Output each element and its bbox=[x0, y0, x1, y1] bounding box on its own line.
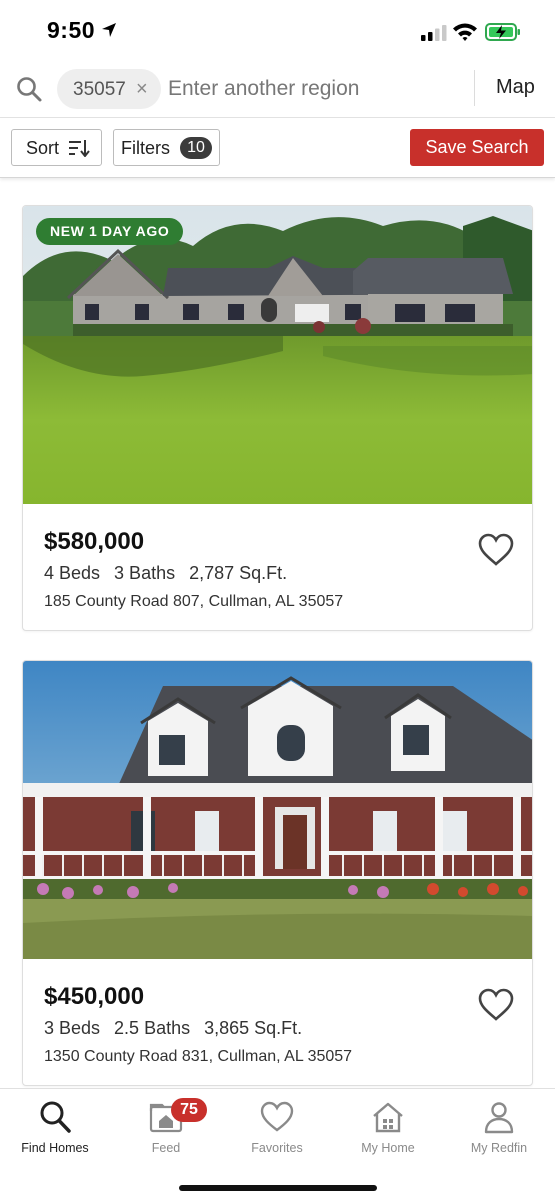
heart-icon[interactable] bbox=[478, 988, 514, 1022]
tab-bar: Find Homes 75 Feed Favorites My Home My … bbox=[0, 1088, 555, 1200]
house-icon bbox=[373, 1102, 403, 1133]
tab-find-homes[interactable]: Find Homes bbox=[5, 1097, 105, 1161]
person-icon bbox=[484, 1102, 514, 1134]
save-search-button[interactable]: Save Search bbox=[410, 129, 544, 166]
region-search-input[interactable] bbox=[168, 70, 458, 108]
battery-charging-icon bbox=[485, 23, 520, 41]
listing-price: $580,000 bbox=[44, 528, 145, 555]
tab-label: Find Homes bbox=[21, 1141, 89, 1155]
tab-label: Favorites bbox=[251, 1141, 303, 1155]
listing-beds: 3 Beds bbox=[44, 1018, 101, 1038]
listing-specs: 4 Beds 3 Baths 2,787 Sq.Ft. bbox=[44, 563, 301, 584]
sort-icon bbox=[69, 140, 90, 157]
location-arrow-icon bbox=[102, 23, 116, 37]
tab-favorites[interactable]: Favorites bbox=[227, 1097, 327, 1161]
filter-bar: Sort Filters 10 Save Search bbox=[0, 118, 555, 178]
listing-sqft: 3,865 Sq.Ft. bbox=[204, 1018, 303, 1038]
close-icon[interactable]: × bbox=[136, 79, 150, 99]
new-listing-badge: NEW 1 DAY AGO bbox=[36, 218, 184, 245]
home-indicator[interactable] bbox=[179, 1185, 377, 1191]
filters-button[interactable]: Filters 10 bbox=[113, 129, 220, 166]
heart-icon[interactable] bbox=[478, 533, 514, 567]
search-row: 35057 × Map bbox=[0, 62, 555, 118]
tab-label: My Home bbox=[361, 1141, 415, 1155]
listing-address: 1350 County Road 831, Cullman, AL 35057 bbox=[44, 1048, 353, 1065]
listing-baths: 2.5 Baths bbox=[114, 1018, 191, 1038]
listing-photo[interactable] bbox=[23, 661, 533, 959]
tab-my-home[interactable]: My Home bbox=[338, 1097, 438, 1161]
tab-feed[interactable]: 75 Feed bbox=[116, 1097, 216, 1161]
listing-sqft: 2,787 Sq.Ft. bbox=[189, 563, 288, 583]
map-button[interactable]: Map bbox=[496, 76, 535, 99]
divider bbox=[474, 70, 475, 106]
filters-count-badge: 10 bbox=[180, 137, 212, 159]
sort-label: Sort bbox=[26, 138, 60, 158]
listing-address: 185 County Road 807, Cullman, AL 35057 bbox=[44, 593, 344, 610]
status-time: 9:50 bbox=[47, 17, 96, 43]
wifi-icon bbox=[453, 23, 477, 41]
heart-icon bbox=[260, 1101, 294, 1132]
listing-card[interactable]: NEW 1 DAY AGO $580,000 4 Beds 3 Baths 2,78… bbox=[22, 205, 533, 631]
tab-label: My Redfin bbox=[470, 1141, 528, 1155]
listing-price: $450,000 bbox=[44, 983, 145, 1010]
region-chip-label: 35057 bbox=[73, 79, 126, 100]
listing-beds: 4 Beds bbox=[44, 563, 101, 583]
cellular-signal-icon bbox=[421, 25, 447, 41]
filters-label: Filters bbox=[121, 138, 170, 158]
listing-photo[interactable] bbox=[23, 206, 533, 504]
tab-label: Feed bbox=[151, 1141, 181, 1155]
search-icon[interactable] bbox=[15, 75, 43, 103]
listing-baths: 3 Baths bbox=[114, 563, 176, 583]
feed-count-badge: 75 bbox=[171, 1098, 207, 1122]
region-chip[interactable]: 35057 × bbox=[57, 69, 161, 109]
status-bar: 9:50 bbox=[0, 0, 555, 60]
search-icon bbox=[40, 1101, 71, 1133]
tab-my-redfin[interactable]: My Redfin bbox=[449, 1097, 549, 1161]
listing-specs: 3 Beds 2.5 Baths 3,865 Sq.Ft. bbox=[44, 1018, 316, 1039]
sort-button[interactable]: Sort bbox=[11, 129, 102, 166]
listing-card[interactable]: $450,000 3 Beds 2.5 Baths 3,865 Sq.Ft. 135… bbox=[22, 660, 533, 1086]
